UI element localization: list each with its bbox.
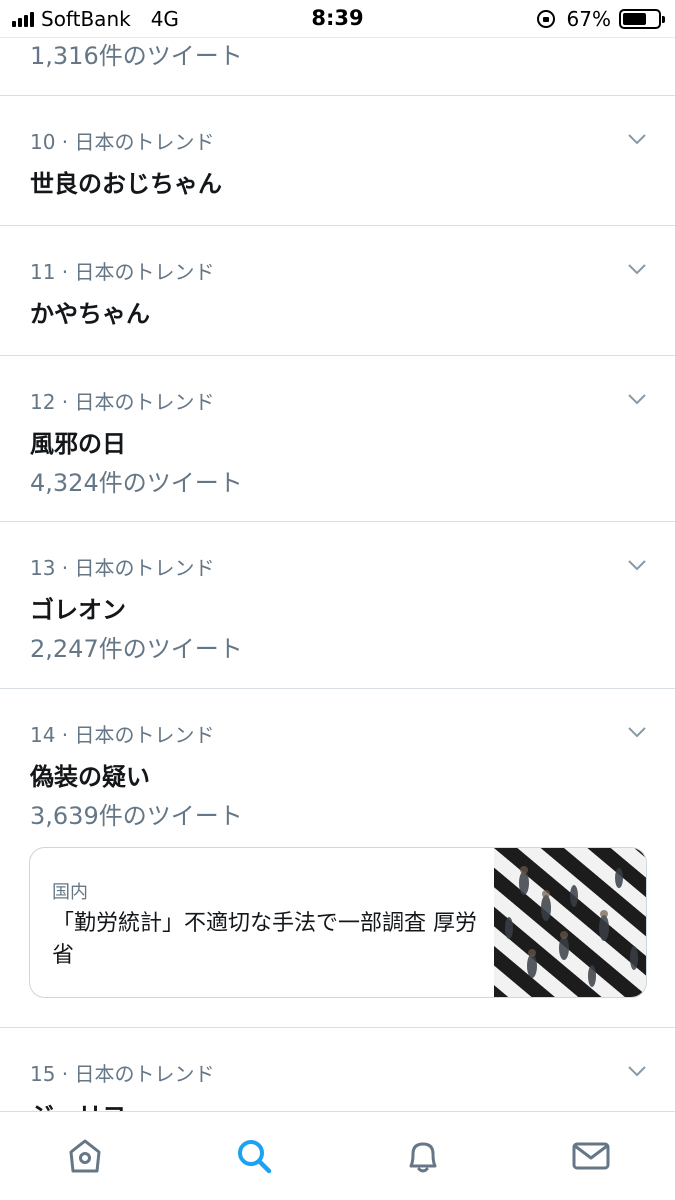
battery-icon — [619, 9, 665, 29]
battery-fill — [623, 13, 646, 25]
trend-item-15[interactable]: 15 · 日本のトレンド ジェリコ — [0, 1028, 675, 1130]
news-thumbnail-image — [494, 848, 646, 997]
chevron-down-icon[interactable] — [627, 392, 647, 406]
rotation-lock-icon — [536, 10, 555, 28]
news-title: 「勤労統計」不適切な手法で一部調査 厚労省 — [52, 911, 477, 968]
trend-tweet-count: 2,247件のツイート — [30, 635, 243, 663]
search-icon — [238, 1140, 272, 1174]
trend-tweet-count: 4,324件のツイート — [30, 469, 243, 497]
trend-item-11[interactable]: 11 · 日本のトレンド かやちゃん — [0, 226, 675, 356]
bottom-tab-bar — [0, 1111, 675, 1200]
trend-item-14[interactable]: 14 · 日本のトレンド 偽装の疑い 3,639件のツイート 国内 「勤労統計」… — [0, 689, 675, 1028]
trend-item-9-partial[interactable]: 1,316件のツイート — [0, 36, 675, 96]
trend-tweet-count: 1,316件のツイート — [30, 42, 243, 70]
trend-meta: 10 · 日本のトレンド — [30, 130, 215, 154]
tab-messages[interactable] — [569, 1134, 613, 1178]
trend-meta: 11 · 日本のトレンド — [30, 260, 215, 284]
mail-icon — [572, 1142, 610, 1170]
trend-meta: 14 · 日本のトレンド — [30, 723, 215, 747]
trend-name: 偽装の疑い — [30, 763, 150, 791]
battery-percent: 67% — [566, 7, 611, 31]
home-icon — [69, 1139, 101, 1173]
trend-name: ゴレオン — [30, 596, 126, 624]
news-card[interactable]: 国内 「勤労統計」不適切な手法で一部調査 厚労省 — [29, 847, 647, 998]
chevron-down-icon[interactable] — [627, 558, 647, 572]
status-right: 67% — [536, 7, 665, 31]
trend-item-10[interactable]: 10 · 日本のトレンド 世良のおじちゃん — [0, 96, 675, 226]
bell-icon — [409, 1142, 437, 1173]
trend-tweet-count: 3,639件のツイート — [30, 802, 243, 830]
trend-name: 風邪の日 — [30, 430, 126, 458]
trend-item-13[interactable]: 13 · 日本のトレンド ゴレオン 2,247件のツイート — [0, 522, 675, 689]
tab-search[interactable] — [232, 1134, 276, 1178]
chevron-down-icon[interactable] — [627, 1064, 647, 1078]
status-bar: SoftBank 4G 8:39 67% — [0, 0, 675, 38]
trend-meta: 13 · 日本のトレンド — [30, 556, 215, 580]
trend-meta: 12 · 日本のトレンド — [30, 390, 215, 414]
news-category: 国内 — [52, 882, 88, 903]
chevron-down-icon[interactable] — [627, 132, 647, 146]
tab-notifications[interactable] — [401, 1134, 445, 1178]
trend-name: 世良のおじちゃん — [30, 170, 222, 198]
chevron-down-icon[interactable] — [627, 725, 647, 739]
trend-meta: 15 · 日本のトレンド — [30, 1062, 215, 1086]
chevron-down-icon[interactable] — [627, 262, 647, 276]
tab-home[interactable] — [63, 1134, 107, 1178]
trend-name: かやちゃん — [30, 300, 150, 328]
trend-item-12[interactable]: 12 · 日本のトレンド 風邪の日 4,324件のツイート — [0, 356, 675, 522]
